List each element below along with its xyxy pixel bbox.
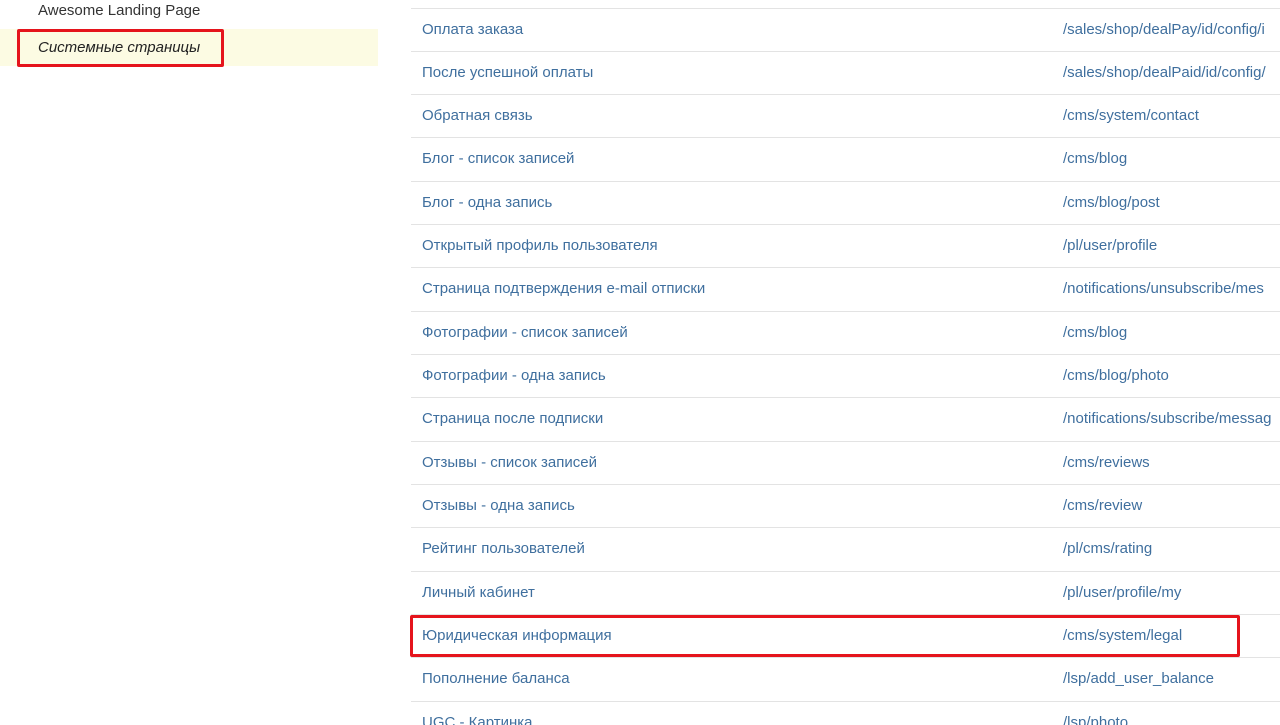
page-name-link[interactable]: Личный кабинет (422, 572, 1052, 613)
page-name-link[interactable]: Юридическая информация (422, 615, 1052, 656)
page-name-link[interactable]: Блог - одна запись (422, 182, 1052, 223)
page-name-link[interactable]: Отзывы - одна запись (422, 485, 1052, 526)
page-name-link[interactable]: Отзывы - список записей (422, 442, 1052, 483)
page-url-link[interactable]: /cms/blog/post (1063, 182, 1280, 223)
table-row[interactable]: После успешной оплаты /sales/shop/dealPa… (411, 51, 1280, 94)
page-name-link[interactable]: Страница подтверждения e-mail отписки (422, 268, 1052, 309)
table-row[interactable]: Блог - список записей /cms/blog (411, 137, 1280, 180)
page-url-link[interactable]: /sales/shop/dealPay/id/config/i (1063, 9, 1280, 50)
table-row[interactable]: Фотографии - одна запись /cms/blog/photo (411, 354, 1280, 397)
page-url-link[interactable]: /lsp/photo (1063, 702, 1280, 725)
table-row[interactable]: Отзывы - одна запись /cms/review (411, 484, 1280, 527)
sidebar: Awesome Landing Page Системные страницы (0, 0, 378, 725)
page-name-link[interactable]: Открытый профиль пользователя (422, 225, 1052, 266)
sidebar-item-label: Системные страницы (38, 39, 201, 56)
system-pages-table: Оплата заказа /sales/shop/dealPay/id/con… (411, 0, 1280, 725)
page-name-link[interactable]: Страница после подписки (422, 398, 1052, 439)
table-row[interactable]: Страница подтверждения e-mail отписки /n… (411, 267, 1280, 310)
page-url-link[interactable]: /pl/user/profile/my (1063, 572, 1280, 613)
table-row[interactable]: Рейтинг пользователей /pl/cms/rating (411, 527, 1280, 570)
page-url-link[interactable]: /cms/blog/photo (1063, 355, 1280, 396)
page-url-link[interactable]: /pl/cms/rating (1063, 528, 1280, 569)
page-name-link[interactable]: Оплата заказа (422, 9, 1052, 50)
table-row[interactable]: Юридическая информация /cms/system/legal (411, 614, 1280, 657)
page-url-link[interactable]: /cms/blog (1063, 138, 1280, 179)
page-name-link[interactable]: Обратная связь (422, 95, 1052, 136)
page-url-link[interactable]: /pl/user/profile (1063, 225, 1280, 266)
table-row[interactable]: Открытый профиль пользователя /pl/user/p… (411, 224, 1280, 267)
page-name-link[interactable]: UGC - Картинка (422, 702, 1052, 725)
table-row[interactable]: Отзывы - список записей /cms/reviews (411, 441, 1280, 484)
page-url-link[interactable]: /cms/system/contact (1063, 95, 1280, 136)
page-url-link[interactable]: /sales/shop/dealPaid/id/config/ (1063, 52, 1280, 93)
table-row[interactable]: Блог - одна запись /cms/blog/post (411, 181, 1280, 224)
page-url-link[interactable]: /notifications/subscribe/messag (1063, 398, 1280, 439)
sidebar-item-label: Awesome Landing Page (38, 2, 201, 19)
page-url-link[interactable]: /lsp/add_user_balance (1063, 658, 1280, 699)
table-row[interactable]: Личный кабинет /pl/user/profile/my (411, 571, 1280, 614)
page-name-link[interactable]: Фотографии - одна запись (422, 355, 1052, 396)
sidebar-item-system-pages[interactable]: Системные страницы (0, 29, 378, 66)
table-row[interactable]: Пополнение баланса /lsp/add_user_balance (411, 657, 1280, 700)
page-url-link[interactable]: /notifications/unsubscribe/mes (1063, 268, 1280, 309)
sidebar-item-awesome-landing-page[interactable]: Awesome Landing Page (0, 0, 378, 24)
page-name-link[interactable]: Рейтинг пользователей (422, 528, 1052, 569)
table-row[interactable]: Страница после подписки /notifications/s… (411, 397, 1280, 440)
table-row[interactable]: UGC - Картинка /lsp/photo (411, 701, 1280, 725)
page-name-link[interactable]: Пополнение баланса (422, 658, 1052, 699)
page-url-link[interactable]: /cms/system/legal (1063, 615, 1280, 656)
page-name-link[interactable]: Фотографии - список записей (422, 312, 1052, 353)
page-url-link[interactable]: /cms/reviews (1063, 442, 1280, 483)
table-row[interactable]: Фотографии - список записей /cms/blog (411, 311, 1280, 354)
table-row[interactable]: Оплата заказа /sales/shop/dealPay/id/con… (411, 8, 1280, 51)
page-name-link[interactable]: После успешной оплаты (422, 52, 1052, 93)
page-url-link[interactable]: /cms/blog (1063, 312, 1280, 353)
page-url-link[interactable]: /cms/review (1063, 485, 1280, 526)
page-name-link[interactable]: Блог - список записей (422, 138, 1052, 179)
table-row[interactable]: Обратная связь /cms/system/contact (411, 94, 1280, 137)
